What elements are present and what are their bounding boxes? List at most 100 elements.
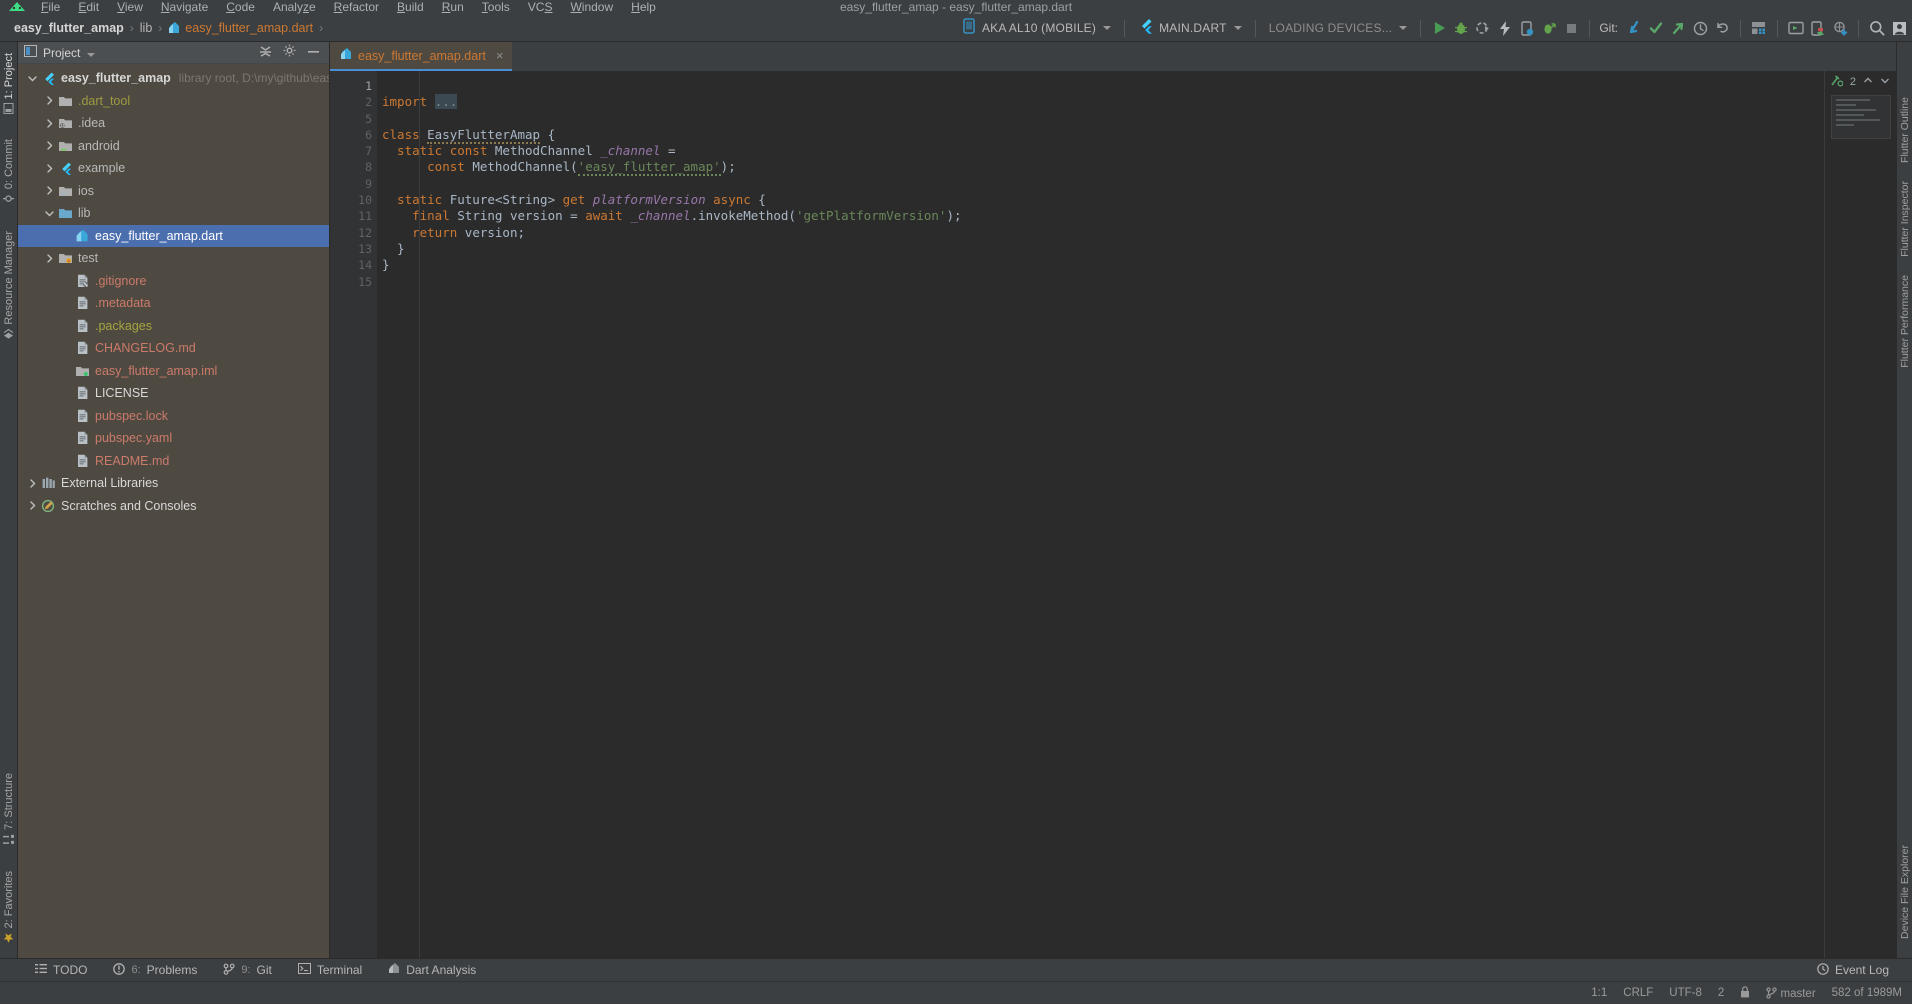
bottom-item-event-log[interactable]: Event Log [1804,959,1902,982]
tree-item-scratches-and-consoles[interactable]: Scratches and Consoles [18,495,329,518]
tree-item-external-libraries[interactable]: External Libraries [18,472,329,495]
sidebar-item-flutter-inspector[interactable]: Flutter Inspector [1899,172,1911,266]
tree-item-android[interactable]: android [18,135,329,158]
bottom-item-todo[interactable]: TODO [22,959,100,982]
breadcrumb-folder[interactable]: lib [140,21,153,35]
attach-debugger-button[interactable] [1516,17,1538,39]
sidebar-item-device-file-explorer[interactable]: Device File Explorer [1899,836,1911,948]
line-number[interactable]: 15 [330,274,377,290]
minimize-icon[interactable] [307,44,320,62]
code-line[interactable]: static const MethodChannel _channel = [377,143,1824,159]
git-push-button[interactable] [1667,17,1689,39]
chevron-right-icon[interactable] [41,164,57,173]
tree-item-packages[interactable]: .packages [18,315,329,338]
editor-tab-easy-flutter-amap-dart[interactable]: easy_flutter_amap.dart × [330,42,513,71]
git-commit-button[interactable] [1645,17,1667,39]
device-selector[interactable]: AKA AL10 (MOBILE) [957,17,1117,39]
chevron-down-icon[interactable] [1103,26,1112,30]
line-number[interactable]: 12 [330,225,377,241]
bottom-item-git[interactable]: 9: Git [210,959,285,982]
hot-reload-button[interactable] [1494,17,1516,39]
sidebar-item-flutter-outline[interactable]: Flutter Outline [1899,88,1911,172]
code-line[interactable]: class EasyFlutterAmap { [377,126,1824,144]
menu-item-build[interactable]: Build [388,0,433,15]
inspection-summary[interactable]: 2 [1825,71,1896,93]
code-line[interactable]: import ... [377,94,1824,110]
code-line[interactable]: return version; [377,225,1824,241]
git-revert-button[interactable] [1711,17,1733,39]
tree-item-gitignore[interactable]: .gitignore [18,270,329,293]
code-line[interactable] [377,78,1824,94]
lock-icon[interactable] [1740,985,1750,1001]
status-line-separator[interactable]: CRLF [1623,987,1653,999]
chevron-down-icon[interactable] [41,209,57,218]
tree-item-license[interactable]: LICENSE [18,382,329,405]
code-line[interactable]: static Future<String> get platformVersio… [377,192,1824,208]
code-line[interactable] [377,274,1824,290]
run-button[interactable] [1428,17,1450,39]
sync-project-button[interactable] [1829,17,1851,39]
tree-item-ios[interactable]: ios [18,180,329,203]
sidebar-item-commit[interactable]: 0: Commit [3,132,15,211]
code-line[interactable]: final String version = await _channel.in… [377,208,1824,224]
chevron-right-icon[interactable] [41,96,57,105]
devices-status[interactable]: LOADING DEVICES... [1263,17,1414,39]
line-number[interactable]: 11 [330,208,377,224]
line-number[interactable]: 6− [330,127,387,143]
code-line[interactable]: } [377,257,1824,273]
line-number[interactable]: 8 [330,159,377,175]
chevron-right-icon[interactable] [41,141,57,150]
line-number-gutter[interactable]: 12+56−78910−1112131415 [330,71,387,958]
line-number[interactable]: 7 [330,143,377,159]
avd-manager-button[interactable] [1785,17,1807,39]
menu-item-run[interactable]: Run [433,0,473,15]
device-file-explorer-button[interactable] [1807,17,1829,39]
chevron-down-icon[interactable] [24,74,40,83]
chevron-right-icon[interactable] [24,501,40,510]
menu-item-navigate[interactable]: Navigate [152,0,217,15]
sdk-manager-button[interactable] [1748,17,1770,39]
previous-problem-button[interactable] [1863,76,1873,88]
line-number[interactable]: 14 [330,257,383,274]
bottom-item-dart-analysis[interactable]: Dart Analysis [375,959,489,982]
tree-item-metadata[interactable]: .metadata [18,292,329,315]
tree-item-example[interactable]: example [18,157,329,180]
status-indent[interactable]: 2 [1718,987,1724,999]
next-problem-button[interactable] [1880,76,1890,88]
menu-item-vcs[interactable]: VCS [519,0,562,15]
tree-item-idea[interactable]: IJ .idea [18,112,329,135]
stop-button[interactable] [1560,17,1582,39]
code-content[interactable]: import ... class EasyFlutterAmap { static… [377,71,1824,958]
bottom-item-problems[interactable]: 6: Problems [100,959,210,982]
sidebar-item-favorites[interactable]: 2: Favorites [3,864,15,950]
close-icon[interactable]: × [496,48,504,63]
project-tree[interactable]: easy_flutter_amap library root, D:\my\git… [18,64,329,958]
collapse-all-button[interactable] [259,44,272,62]
menu-item-refactor[interactable]: Refactor [325,0,388,15]
chevron-down-icon[interactable] [1399,26,1408,30]
code-line[interactable]: } [377,241,1824,257]
code-line[interactable] [377,176,1824,192]
code-line[interactable]: const MethodChannel('easy_flutter_amap')… [377,159,1824,177]
line-number[interactable]: 1 [330,78,377,94]
menu-item-tools[interactable]: Tools [473,0,519,15]
breadcrumb-file[interactable]: easy_flutter_amap.dart [168,21,313,35]
tree-item-easy-flutter-amap[interactable]: easy_flutter_amap library root, D:\my\git… [18,67,329,90]
chevron-right-icon[interactable] [24,479,40,488]
menu-item-code[interactable]: Code [217,0,264,15]
chevron-right-icon[interactable] [41,119,57,128]
tree-item-changelog-md[interactable]: CHANGELOG.md [18,337,329,360]
tree-item-dart-tool[interactable]: .dart_tool [18,90,329,113]
code-line[interactable] [377,111,1824,127]
chevron-right-icon[interactable] [41,254,57,263]
menu-item-view[interactable]: View [108,0,152,15]
line-number[interactable]: 13 [330,240,383,258]
tree-item-easy-flutter-amap-iml[interactable]: easy_flutter_amap.iml [18,360,329,383]
status-caret-position[interactable]: 1:1 [1591,987,1607,999]
tree-item-lib[interactable]: lib [18,202,329,225]
line-number[interactable]: 9 [330,176,377,192]
line-number[interactable]: 10− [330,192,387,208]
git-history-button[interactable] [1689,17,1711,39]
chevron-down-icon[interactable] [1233,26,1242,30]
breadcrumb-project[interactable]: easy_flutter_amap [14,21,124,35]
